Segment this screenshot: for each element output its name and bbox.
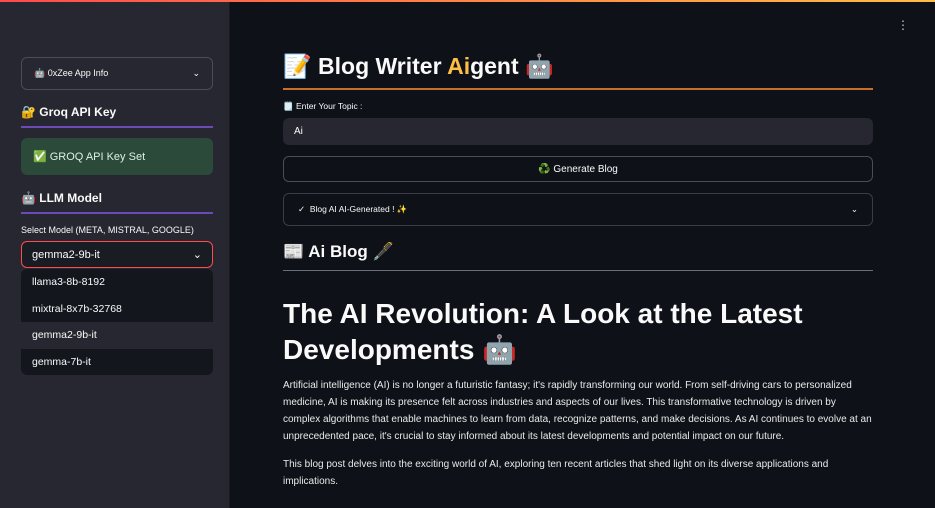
- llm-heading: 🤖 LLM Model: [21, 191, 213, 214]
- blog-paragraph: This blog post delves into the exciting …: [283, 459, 829, 487]
- app-info-expander[interactable]: 🤖 0xZee App Info ⌄: [21, 57, 213, 90]
- generate-blog-button[interactable]: ♻️ Generate Blog: [283, 156, 873, 182]
- check-icon: ✓: [298, 204, 310, 214]
- more-menu-icon[interactable]: ⋮: [897, 18, 909, 32]
- topic-label: 🗒️ Enter Your Topic :: [283, 101, 363, 111]
- chevron-down-icon: ⌄: [850, 204, 858, 214]
- status-label: Blog AI AI-Generated ! ✨: [309, 204, 408, 214]
- status-expander[interactable]: ✓ Blog AI AI-Generated ! ✨ ⌄: [283, 193, 873, 226]
- model-option[interactable]: llama3-8b-8192: [21, 269, 213, 296]
- page-title: 📝 Blog Writer Aigent 🤖: [283, 53, 873, 90]
- title-accent: Ai: [447, 53, 471, 79]
- groq-status-alert: ✅ GROQ API Key Set: [21, 138, 213, 175]
- topic-input[interactable]: Ai: [283, 118, 873, 145]
- model-option[interactable]: gemma-7b-it: [21, 349, 213, 376]
- app-info-label: 🤖 0xZee App Info: [34, 68, 109, 78]
- selected-model: gemma2-9b-it: [32, 248, 100, 261]
- blog-paragraph: Artificial intelligence (AI) is no longe…: [283, 380, 872, 442]
- title-text: 📝 Blog Writer: [283, 53, 448, 79]
- model-option[interactable]: gemma2-9b-it: [21, 322, 213, 349]
- title-text: gent 🤖: [470, 53, 554, 79]
- model-select[interactable]: gemma2-9b-it ⌄: [21, 241, 213, 268]
- blog-title: The AI Revolution: A Look at the Latest …: [283, 298, 803, 365]
- chevron-down-icon: ⌄: [192, 249, 202, 261]
- model-option[interactable]: mixtral-8x7b-32768: [21, 296, 213, 323]
- model-dropdown-menu: llama3-8b-8192 mixtral-8x7b-32768 gemma2…: [21, 269, 213, 375]
- sidebar: 🤖 0xZee App Info ⌄ 🔐 Groq API Key ✅ GROQ …: [0, 2, 230, 508]
- select-model-label: Select Model (META, MISTRAL, GOOGLE): [21, 225, 194, 235]
- blog-heading: 📰 Ai Blog 🖋️: [283, 242, 873, 271]
- chevron-down-icon: ⌄: [192, 68, 200, 78]
- groq-heading: 🔐 Groq API Key: [21, 105, 213, 128]
